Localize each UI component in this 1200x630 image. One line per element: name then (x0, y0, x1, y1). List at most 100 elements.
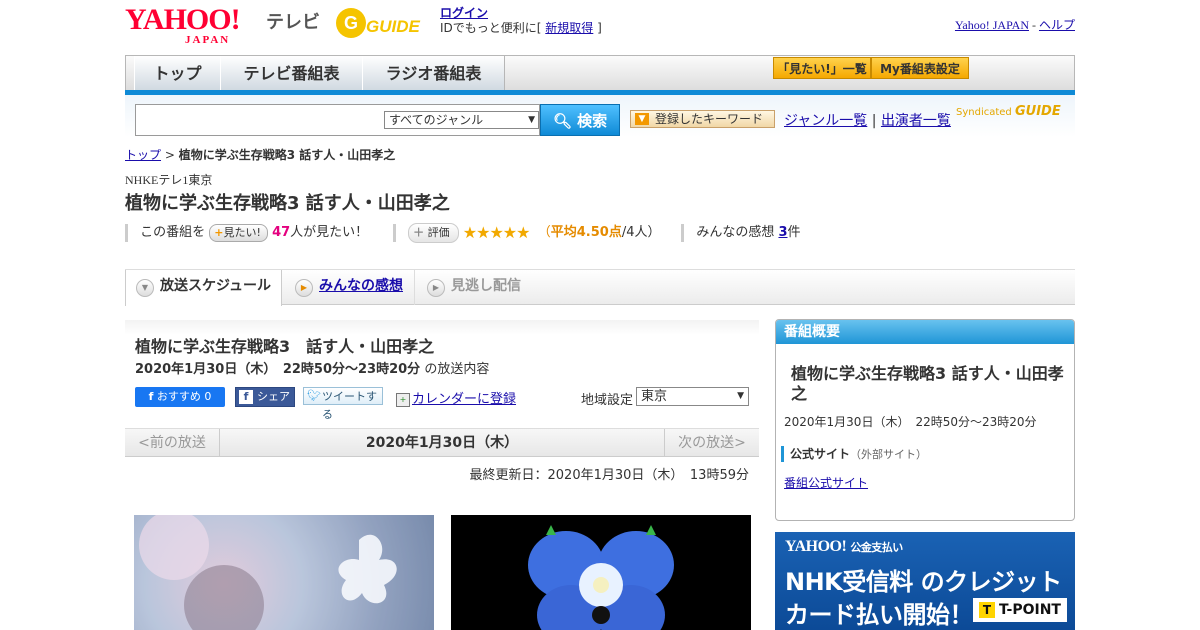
syndicated-text: Syndicated (956, 107, 1012, 118)
top-right-links: Yahoo! JAPAN - ヘルプ (954, 18, 1075, 32)
stat-divider (125, 223, 128, 242)
yahoo-logo-text: YAHOO! (125, 3, 241, 36)
mitai-list-button[interactable]: 「見たい!」一覧 (773, 57, 871, 79)
tpoint-label: T-POINT (999, 602, 1061, 618)
breadcrumb-current: 植物に学ぶ生存戦略3 話す人・山田孝之 (178, 148, 396, 162)
dropdown-arrow-icon: ▼ (635, 113, 649, 125)
calendar-icon: + (396, 392, 410, 407)
performer-list-link[interactable]: 出演者一覧 (881, 113, 951, 129)
avg-suffix: /4人） (621, 225, 661, 240)
yahoo-logo-japan: JAPAN (185, 34, 231, 46)
main-nav: トップ テレビ番組表 ラジオ番組表 「見たい!」一覧 My番組表設定 (125, 55, 1075, 91)
tab-schedule[interactable]: ▼ 放送スケジュール (125, 270, 282, 306)
last-updated: 最終更新日：2020年1月30日（木） 13時59分 (469, 468, 749, 483)
keyword-button-label: 登録したキーワード (655, 112, 764, 126)
play-icon: ▶ (427, 279, 445, 297)
evaluate-button[interactable]: ＋ 評価 (408, 222, 459, 243)
tab-catchup[interactable]: ▶ 見逃し配信 (417, 270, 547, 305)
registered-keyword-button[interactable]: ▼ 登録したキーワード (630, 110, 775, 128)
login-box: ログイン IDでもっと便利に[ 新規取得 ] (440, 6, 602, 36)
stat-divider (681, 223, 685, 242)
plus-icon: + (214, 225, 224, 239)
register-link[interactable]: 新規取得 (545, 21, 593, 35)
search-button-label: 検索 (577, 112, 608, 130)
search-icon: 🔍︎ (552, 112, 572, 130)
program-summary-time: 2020年1月30日（木） 22時50分～23時20分 (784, 415, 1037, 429)
official-site-heading: 公式サイト（外部サイト） (781, 446, 927, 462)
official-site-label: 公式サイト (790, 447, 851, 461)
svg-text:G: G (344, 13, 358, 33)
yahoo-logo[interactable]: YAHOO! JAPAN (125, 3, 241, 46)
ad-brand-sub: 公金支払い (850, 542, 903, 554)
nhk-payment-ad-banner[interactable]: YAHOO! 公金支払い NHK受信料 のクレジット カード払い開始！ T T-PO… (775, 532, 1075, 630)
region-label: 地域設定 (581, 393, 634, 408)
official-site-link-wrap: 番組公式サイト (784, 474, 868, 491)
tab-impressions[interactable]: ▶ みんなの感想 (285, 270, 415, 305)
facebook-recommend-button[interactable]: f おすすめ 0 (135, 387, 225, 407)
genre-select-value: すべてのジャンル (389, 113, 484, 127)
mitai-button-label: 見たい! (223, 225, 261, 239)
nav-tab-radio[interactable]: ラジオ番組表 (362, 56, 505, 91)
mitai-count: 47 (272, 225, 291, 240)
nav-tab-tv[interactable]: テレビ番組表 (220, 56, 363, 91)
twitter-bird-icon: 🐦︎ (307, 389, 321, 402)
impressions-count-link[interactable]: 3 (778, 225, 787, 240)
schedule-title: 植物に学ぶ生存戦略3 話す人・山田孝之 (135, 337, 435, 356)
impressions-unit: 件 (787, 225, 801, 240)
calendar-register-label: カレンダーに登録 (412, 392, 517, 407)
gguide-logo[interactable]: G GUIDE (334, 6, 430, 40)
facebook-icon: f (239, 390, 253, 404)
breadcrumb: トップ > 植物に学ぶ生存戦略3 話す人・山田孝之 (125, 146, 395, 163)
nav-tab-top[interactable]: トップ (134, 56, 221, 91)
login-link[interactable]: ログイン (440, 6, 488, 20)
play-icon: ▶ (295, 279, 313, 297)
gguide-logo-text: GUIDE (366, 17, 421, 36)
breadcrumb-home[interactable]: トップ (125, 148, 161, 162)
search-button[interactable]: 🔍︎ 検索 (540, 104, 620, 136)
syndicated-gguide-text: GUIDE (1014, 104, 1061, 119)
next-broadcast-button[interactable]: 次の放送> (664, 429, 759, 457)
yahoo-japan-link[interactable]: Yahoo! JAPAN (955, 18, 1029, 32)
stat-divider (392, 223, 396, 242)
schedule-datetime-suffix: の放送内容 (424, 362, 490, 377)
facebook-share-button[interactable]: f シェア (235, 387, 295, 407)
login-prefix: IDでもっと便利に[ (440, 21, 542, 35)
genre-list-link[interactable]: ジャンル一覧 (784, 113, 867, 129)
impressions-label: みんなの感想 (696, 225, 775, 240)
genre-select[interactable]: すべてのジャンル (384, 111, 539, 129)
program-summary-title: 植物に学ぶ生存戦略3 話す人・山田孝之 (791, 364, 1064, 403)
program-tabs: ▼ 放送スケジュール ▶ みんなの感想 ▶ 見逃し配信 (125, 269, 1075, 306)
evaluate-button-label: 評価 (427, 225, 450, 239)
program-stats: この番組を +見たい! 47人が見たい！ ＋ 評価 ★★★★★ （平均4.50点… (125, 221, 801, 243)
pager-current-date: 2020年1月30日（木） (365, 435, 519, 451)
chevron-down-icon: ▼ (136, 279, 154, 297)
ad-line-2: カード払い開始！ (785, 601, 974, 629)
ad-brand: YAHOO! 公金支払い (785, 538, 903, 556)
calendar-register-link[interactable]: + カレンダーに登録 (396, 388, 516, 407)
mitai-suffix: 人が見たい！ (290, 225, 369, 240)
mitai-button[interactable]: +見たい! (209, 223, 268, 242)
region-select-value: 東京 (641, 389, 668, 404)
tweet-button[interactable]: 🐦︎ ツイートする (303, 387, 383, 421)
official-site-link[interactable]: 番組公式サイト (784, 476, 868, 490)
help-link[interactable]: ヘルプ (1039, 18, 1075, 32)
avg-prefix: （ (537, 225, 551, 240)
broadcast-pager: <前の放送 2020年1月30日（木） 次の放送> (125, 428, 759, 457)
share-label: シェア (257, 390, 290, 403)
avg-rating: 平均4.50点 (550, 225, 622, 240)
facebook-recommend-label: おすすめ 0 (156, 390, 212, 403)
plus-icon: ＋ (413, 225, 425, 239)
tab-schedule-label: 放送スケジュール (160, 278, 272, 294)
facebook-icon: f (148, 390, 154, 403)
tpoint-logo: T T-POINT (973, 598, 1067, 622)
official-site-note: （外部サイト） (850, 448, 928, 461)
program-image-2 (451, 515, 751, 630)
tv-logo-text[interactable]: テレビ (266, 8, 320, 34)
program-image-1 (134, 515, 434, 630)
tab-impressions-label: みんなの感想 (319, 278, 403, 294)
program-summary-header: 番組概要 (776, 320, 1074, 344)
region-select[interactable]: 東京 (636, 387, 749, 406)
prev-broadcast-button[interactable]: <前の放送 (125, 429, 220, 457)
my-schedule-button[interactable]: My番組表設定 (871, 57, 969, 79)
channel-name: NHKEテレ1東京 (125, 173, 213, 187)
